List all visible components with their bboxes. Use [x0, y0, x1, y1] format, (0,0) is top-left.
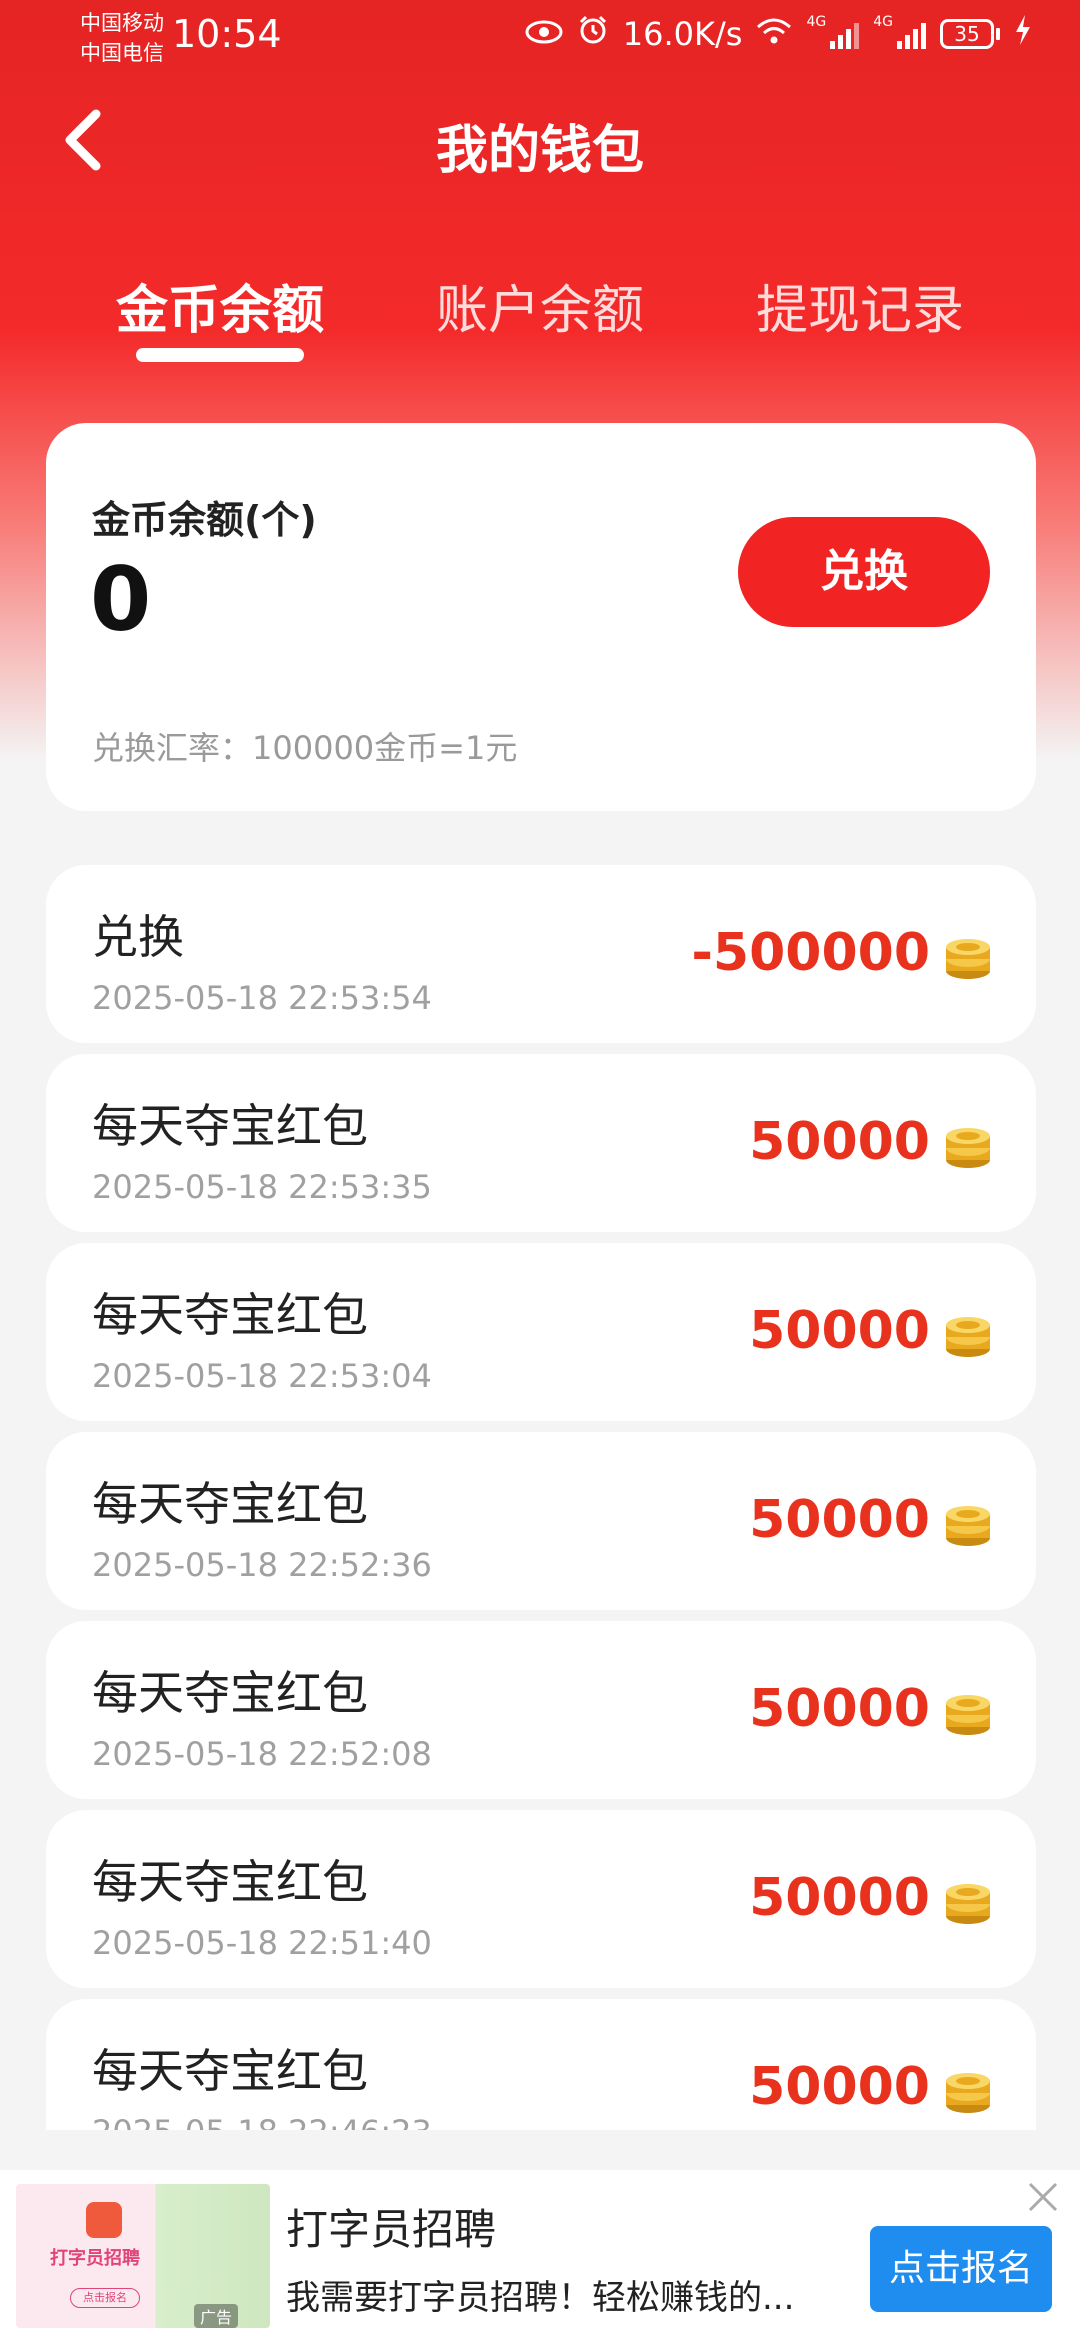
tab-bar: 金币余额 账户余额 提现记录 [0, 268, 1080, 368]
carrier-info: 中国移动 中国电信 [80, 8, 164, 68]
exchange-rate: 兑换汇率：100000金币=1元 [92, 729, 518, 767]
tab-account-balance[interactable]: 账户余额 [420, 268, 660, 343]
record-title: 每天夺宝红包 [92, 2044, 368, 2098]
battery-icon: 35 [940, 19, 1000, 49]
coin-stack-icon [946, 1695, 990, 1735]
ad-logo [86, 2202, 122, 2238]
ad-banner[interactable]: 打字员招聘 点击报名 广告 打字员招聘 我需要打字员招聘！轻松赚钱的... 点击… [0, 2170, 1080, 2340]
ad-thumb-title: 打字员招聘 [50, 2248, 140, 2269]
coin-stack-icon [946, 1128, 990, 1168]
record-time: 2025-05-18 22:53:54 [92, 979, 432, 1017]
signal-icon [897, 19, 926, 49]
ad-close-button[interactable] [1026, 2180, 1060, 2214]
records-list[interactable]: 兑换 2025-05-18 22:53:54 -500000 每天夺宝红包 20… [0, 860, 1080, 2130]
status-bar: 中国移动 中国电信 10:54 16.0K/s 4G 4G 35 [0, 0, 1080, 76]
record-title: 兑换 [92, 910, 184, 964]
record-amount: 50000 [749, 1679, 930, 1739]
record-time: 2025-05-18 22:46:23 [92, 2113, 432, 2130]
active-tab-indicator [136, 348, 304, 362]
record-amount: 50000 [749, 1112, 930, 1172]
list-item: 兑换 2025-05-18 22:53:54 -500000 [46, 865, 1036, 1043]
ad-title: 打字员招聘 [286, 2205, 497, 2254]
balance-value: 0 [90, 548, 152, 651]
record-time: 2025-05-18 22:52:36 [92, 1546, 432, 1584]
list-item: 每天夺宝红包 2025-05-18 22:46:23 50000 [46, 1999, 1036, 2130]
ad-tag: 广告 [194, 2304, 239, 2328]
page-title: 我的钱包 [435, 121, 644, 181]
record-amount: 50000 [749, 1490, 930, 1550]
page-header: 我的钱包 [0, 96, 1080, 186]
record-title: 每天夺宝红包 [92, 1666, 368, 1720]
carrier-2: 中国电信 [80, 41, 164, 65]
list-item: 每天夺宝红包 2025-05-18 22:53:04 50000 [46, 1243, 1036, 1421]
record-time: 2025-05-18 22:53:35 [92, 1168, 432, 1206]
close-icon [1028, 2182, 1058, 2212]
coin-stack-icon [946, 2073, 990, 2113]
tab-withdraw-records[interactable]: 提现记录 [740, 268, 980, 343]
record-title: 每天夺宝红包 [92, 1099, 368, 1153]
coin-stack-icon [946, 1884, 990, 1924]
balance-label: 金币余额(个) [92, 498, 317, 542]
record-amount: 50000 [749, 1868, 930, 1928]
record-title: 每天夺宝红包 [92, 1477, 368, 1531]
list-item: 每天夺宝红包 2025-05-18 22:53:35 50000 [46, 1054, 1036, 1232]
ad-thumb-button: 点击报名 [70, 2288, 140, 2308]
record-title: 每天夺宝红包 [92, 1855, 368, 1909]
eye-icon [525, 15, 563, 53]
wifi-icon [756, 15, 792, 53]
ad-description: 我需要打字员招聘！轻松赚钱的... [286, 2278, 795, 2318]
ad-signup-button[interactable]: 点击报名 [870, 2226, 1052, 2312]
signal-icon [830, 19, 860, 49]
ad-thumbnail[interactable]: 打字员招聘 点击报名 广告 [16, 2184, 270, 2328]
tab-coin-balance[interactable]: 金币余额 [100, 268, 340, 343]
carrier-1: 中国移动 [80, 11, 164, 35]
list-item: 每天夺宝红包 2025-05-18 22:51:40 50000 [46, 1810, 1036, 1988]
alarm-icon [577, 14, 609, 54]
net-type-1: 4G [806, 14, 827, 30]
status-icons: 16.0K/s 4G 4G 35 [525, 14, 1032, 54]
record-amount: -500000 [691, 923, 930, 983]
battery-level: 35 [940, 19, 994, 49]
record-time: 2025-05-18 22:51:40 [92, 1924, 432, 1962]
coin-stack-icon [946, 1506, 990, 1546]
net-speed: 16.0K/s [622, 15, 743, 53]
record-title: 每天夺宝红包 [92, 1288, 368, 1342]
net-type-2: 4G [873, 14, 893, 30]
list-item: 每天夺宝红包 2025-05-18 22:52:36 50000 [46, 1432, 1036, 1610]
list-item: 每天夺宝红包 2025-05-18 22:52:08 50000 [46, 1621, 1036, 1799]
balance-card: 金币余额(个) 0 兑换 兑换汇率：100000金币=1元 [46, 423, 1036, 811]
record-amount: 50000 [749, 1301, 930, 1361]
exchange-button[interactable]: 兑换 [738, 517, 990, 627]
coin-stack-icon [946, 939, 990, 979]
charging-icon [1014, 15, 1032, 53]
coin-stack-icon [946, 1317, 990, 1357]
record-time: 2025-05-18 22:52:08 [92, 1735, 432, 1773]
status-time: 10:54 [172, 12, 282, 56]
record-amount: 50000 [749, 2057, 930, 2117]
record-time: 2025-05-18 22:53:04 [92, 1357, 432, 1395]
